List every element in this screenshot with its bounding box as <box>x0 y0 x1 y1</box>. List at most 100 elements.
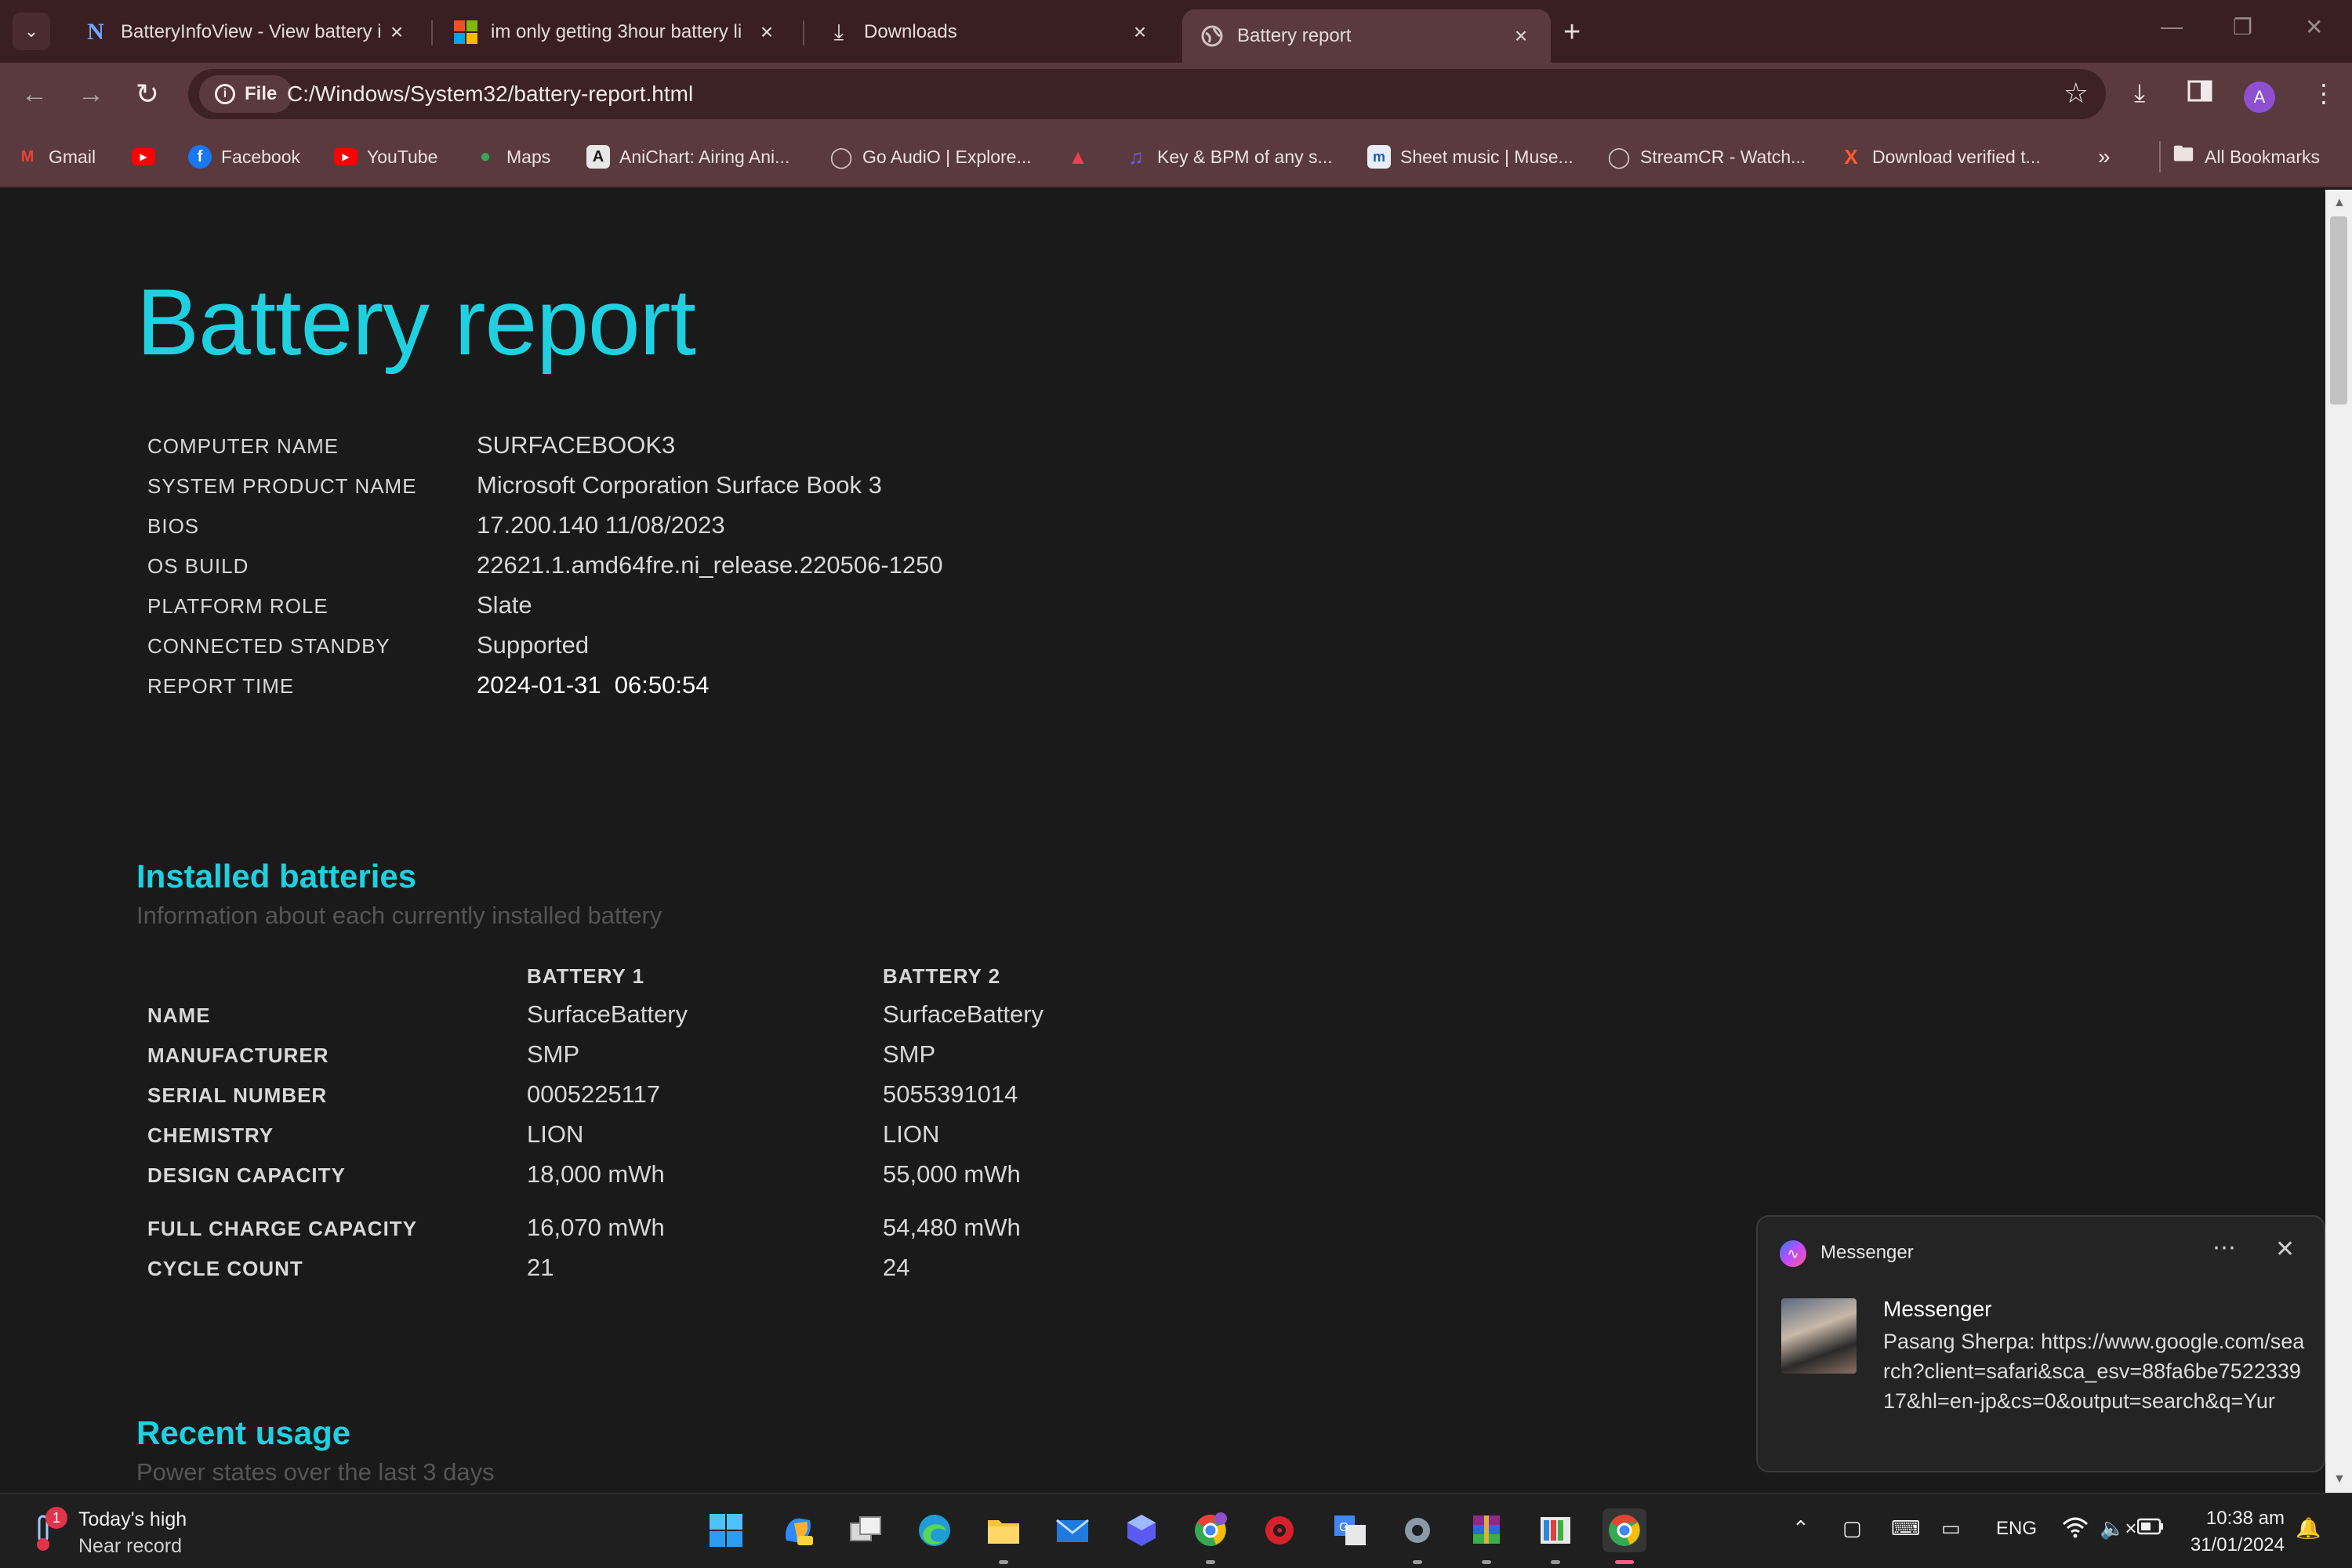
minimize-icon[interactable]: — <box>2161 14 2183 39</box>
display-icon[interactable]: ▢ <box>1842 1516 1862 1541</box>
tab-separator <box>431 20 433 45</box>
battery-2-cell: 24 <box>883 1254 910 1281</box>
taskbar: 1 Today's high Near record G ⌃ ▢ ⌨ ▭ ENG… <box>0 1493 2352 1568</box>
globe-icon: ◯ <box>1607 144 1631 169</box>
taskbar-copilot[interactable] <box>776 1508 820 1552</box>
wifi-icon[interactable] <box>2062 1516 2089 1544</box>
bookmark-youtube[interactable]: ▶ YouTube <box>334 143 437 171</box>
recent-usage-heading: Recent usage <box>136 1414 351 1451</box>
more-menu-icon[interactable]: ⋮ <box>2311 78 2336 108</box>
tab-batteryinfoview[interactable]: N BatteryInfoView - View battery i × <box>66 9 426 55</box>
forward-arrow-icon[interactable]: → <box>74 77 108 111</box>
bookmark-red-icon-only[interactable]: ▲ <box>1066 143 1099 171</box>
downloads-icon[interactable]: ⤓ <box>2134 78 2145 108</box>
tab-downloads[interactable]: ⤓ Downloads × <box>809 9 1170 55</box>
start-button[interactable] <box>704 1508 748 1552</box>
tab-strip: ⌄ N BatteryInfoView - View battery i × i… <box>0 0 2352 63</box>
folder-icon <box>988 1520 1019 1544</box>
url-text[interactable]: C:/Windows/System32/battery-report.html <box>287 82 693 107</box>
profile-avatar[interactable]: A <box>2244 82 2275 113</box>
bookmarks-overflow-button[interactable]: » <box>2098 143 2111 171</box>
clock[interactable]: 10:38 am 31/01/2024 <box>2175 1505 2285 1559</box>
side-panel-icon[interactable] <box>2187 78 2212 110</box>
taskbar-chrome-profile[interactable] <box>1189 1508 1232 1552</box>
bookmark-key-bpm[interactable]: ♫ Key & BPM of any s... <box>1124 143 1333 171</box>
taskbar-file-explorer[interactable] <box>982 1508 1025 1552</box>
scroll-down-arrow-icon[interactable]: ▼ <box>2333 1472 2346 1486</box>
tab-battery-report[interactable]: Battery report × <box>1182 9 1551 63</box>
taskbar-red-app[interactable] <box>1258 1508 1301 1552</box>
bookmark-label: Sheet music | Muse... <box>1400 146 1573 167</box>
scrollbar-thumb[interactable] <box>2330 216 2347 405</box>
taskbar-app-cube[interactable] <box>1120 1508 1163 1552</box>
taskbar-winrar[interactable] <box>1465 1508 1508 1552</box>
battery-2-cell: 5055391014 <box>883 1080 1018 1108</box>
bookmark-go-audio[interactable]: ◯ Go AudiO | Explore... <box>829 143 1032 171</box>
globe-icon: ◯ <box>829 144 853 169</box>
close-icon[interactable]: × <box>1127 20 1152 45</box>
site-info-chip[interactable]: i File <box>199 75 293 113</box>
taskbar-task-view[interactable] <box>844 1508 887 1552</box>
weather-line1: Today's high <box>78 1508 187 1530</box>
bookmark-star-icon[interactable]: ☆ <box>2063 77 2089 110</box>
battery-1-cell: 18,000 mWh <box>527 1160 665 1188</box>
taskbar-bookshelf[interactable] <box>1534 1508 1577 1552</box>
new-tab-button[interactable]: + <box>1563 16 1581 49</box>
close-icon[interactable]: × <box>754 20 779 45</box>
taskbar-mail[interactable] <box>1051 1508 1094 1552</box>
close-icon[interactable]: × <box>1508 24 1534 49</box>
tablet-mode-icon[interactable]: ▭ <box>1941 1516 1961 1541</box>
info-label: CONNECTED STANDBY <box>147 634 390 658</box>
bookmark-musescore[interactable]: m Sheet music | Muse... <box>1367 143 1573 171</box>
tab-title: Battery report <box>1237 25 1352 46</box>
speaker-muted-icon[interactable]: 🔈× <box>2100 1516 2137 1541</box>
battery-row-label: DESIGN CAPACITY <box>147 1163 346 1187</box>
taskbar-settings[interactable] <box>1396 1508 1439 1552</box>
notification-bell-icon[interactable]: 🔔 <box>2296 1516 2321 1541</box>
double-chevron-right-icon: » <box>2098 144 2111 169</box>
show-hidden-icons-chevron-icon[interactable]: ⌃ <box>1792 1516 1809 1541</box>
battery-icon[interactable] <box>2136 1516 2164 1541</box>
bookmark-label: Go AudiO | Explore... <box>862 146 1032 167</box>
address-bar[interactable]: i File C:/Windows/System32/battery-repor… <box>188 69 2106 119</box>
installed-batteries-heading: Installed batteries <box>136 858 417 895</box>
more-options-icon[interactable]: ⋯ <box>2212 1234 2236 1261</box>
bookmark-gmail[interactable]: M Gmail <box>16 143 96 171</box>
restore-icon[interactable]: ❐ <box>2233 14 2252 40</box>
bookmark-youtube-icon-only[interactable]: ▶ <box>132 143 165 171</box>
svg-text:G: G <box>1339 1521 1348 1534</box>
reload-icon[interactable]: ↻ <box>130 77 165 111</box>
taskbar-translate[interactable]: G <box>1328 1508 1372 1552</box>
tab-battery-forum[interactable]: im only getting 3hour battery li × <box>436 9 797 55</box>
sender-avatar <box>1781 1298 1857 1374</box>
bookmark-label: Key & BPM of any s... <box>1157 146 1333 167</box>
keyboard-icon[interactable]: ⌨ <box>1891 1516 1921 1541</box>
bookmark-maps[interactable]: ● Maps <box>474 143 551 171</box>
back-arrow-icon[interactable]: ← <box>17 77 52 111</box>
notification-body: Pasang Sherpa: https://www.google.com/se… <box>1883 1330 2305 1413</box>
info-icon: i <box>215 84 235 104</box>
taskbar-chrome[interactable] <box>1602 1508 1646 1552</box>
all-bookmarks-button[interactable]: 🖿 All Bookmarks <box>2172 142 2320 171</box>
tab-separator <box>803 20 804 45</box>
all-bookmarks-label: All Bookmarks <box>2205 146 2320 167</box>
installed-batteries-subtitle: Information about each currently install… <box>136 902 662 929</box>
scroll-up-arrow-icon[interactable]: ▲ <box>2333 196 2346 210</box>
bookshelf-icon <box>1541 1517 1570 1544</box>
tab-search-button[interactable]: ⌄ <box>13 13 50 50</box>
battery-2-cell: SurfaceBattery <box>883 1000 1044 1028</box>
input-language[interactable]: ENG <box>1996 1518 2037 1540</box>
messenger-notification[interactable]: ∿ Messenger ⋯ ✕ Messenger Pasang Sherpa:… <box>1756 1215 2325 1472</box>
bookmark-anichart[interactable]: A AniChart: Airing Ani... <box>586 143 789 171</box>
info-label: BIOS <box>147 514 200 538</box>
window-close-icon[interactable]: ✕ <box>2305 14 2323 40</box>
bookmark-facebook[interactable]: f Facebook <box>188 143 300 171</box>
bookmark-download-verified[interactable]: X Download verified t... <box>1839 143 2040 171</box>
close-icon[interactable]: ✕ <box>2275 1236 2295 1263</box>
close-icon[interactable]: × <box>384 20 409 45</box>
taskbar-edge[interactable] <box>913 1508 956 1552</box>
page-scrollbar[interactable]: ▲ ▼ <box>2325 190 2352 1493</box>
musescore-icon: m <box>1367 145 1391 169</box>
battery-2-cell: SMP <box>883 1040 936 1068</box>
bookmark-streamcr[interactable]: ◯ StreamCR - Watch... <box>1607 143 1806 171</box>
